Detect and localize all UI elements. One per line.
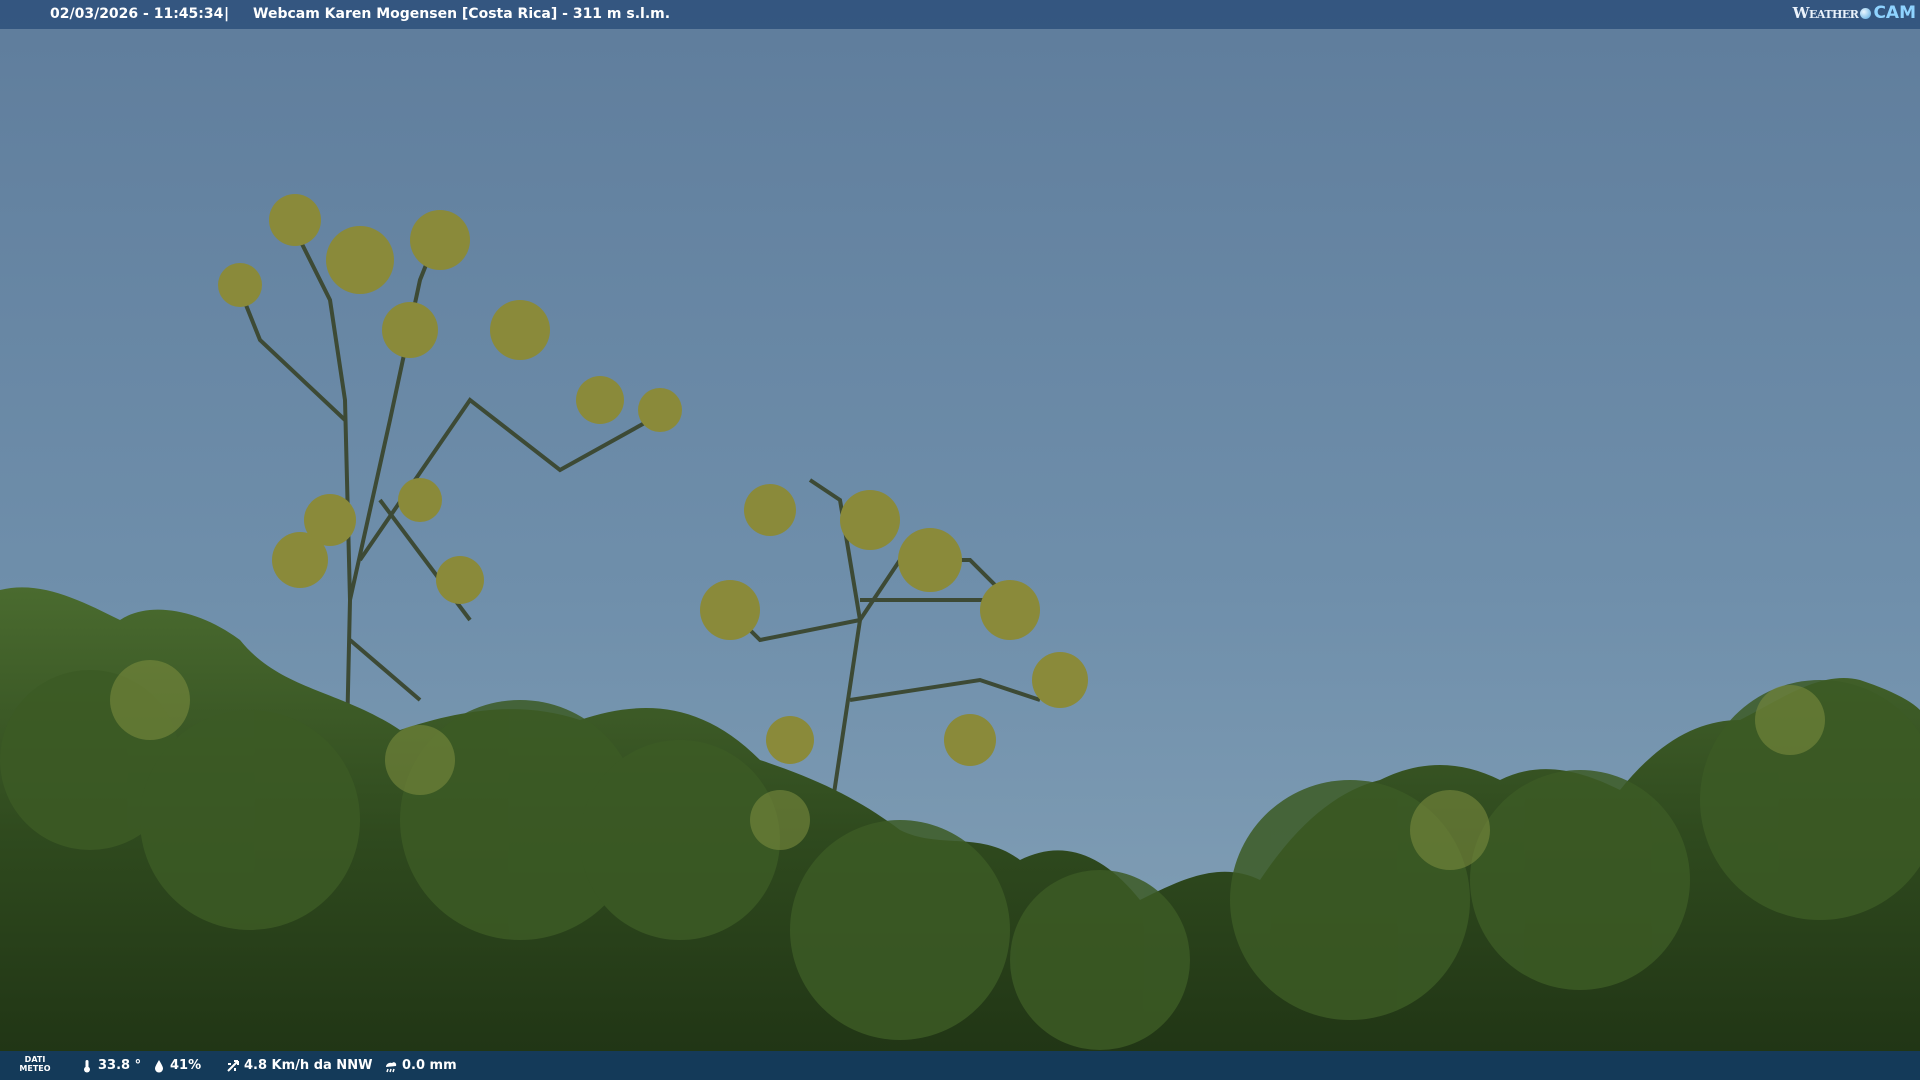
humidity-readout: 41% (152, 1058, 201, 1073)
webcam-title: Webcam Karen Mogensen [Costa Rica] - 311… (253, 6, 671, 22)
rain-value: 0.0 mm (402, 1058, 457, 1073)
logo-globe-icon (1860, 7, 1872, 19)
weather-data-bar: DATI METEO 33.8 ° 41% 4.8 Km/h da NNW 0.… (0, 1051, 1920, 1080)
weathercam-logo[interactable]: Weather CAM (1793, 3, 1916, 23)
humidity-icon (155, 1059, 163, 1072)
rain-icon (386, 1061, 397, 1072)
logo-cam-text: CAM (1873, 3, 1916, 23)
logo-weather-text: Weather (1792, 4, 1859, 22)
wind-readout: 4.8 Km/h da NNW (226, 1058, 372, 1073)
webcam-scene (0, 0, 1920, 1080)
thermometer-icon (84, 1059, 90, 1072)
header-separator: | (224, 6, 230, 22)
wind-icon (227, 1059, 239, 1072)
timestamp: 02/03/2026 - 11:45:34 (50, 6, 224, 22)
temperature-value: 33.8 ° (98, 1058, 142, 1073)
temperature-readout: 33.8 ° (80, 1058, 141, 1073)
wind-value: 4.8 Km/h da NNW (244, 1058, 373, 1073)
humidity-value: 41% (170, 1058, 202, 1073)
dati-meteo-label: DATI METEO (19, 1055, 51, 1073)
rain-readout: 0.0 mm (384, 1058, 457, 1073)
header-bar: 02/03/2026 - 11:45:34 | Webcam Karen Mog… (0, 0, 1920, 29)
